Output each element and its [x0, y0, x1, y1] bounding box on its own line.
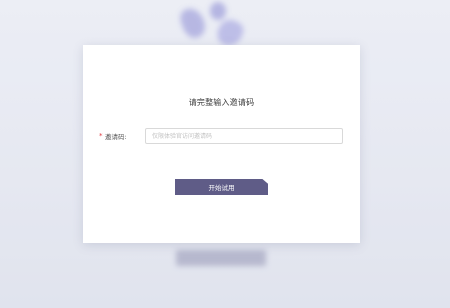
start-trial-button[interactable]: 开始试用: [175, 179, 268, 195]
invite-code-input[interactable]: [145, 128, 343, 144]
dialog-title: 请完整输入邀请码: [188, 98, 255, 107]
app-background: 请完整输入邀请码 * 邀请码: 开始试用: [0, 0, 450, 308]
invite-code-field-row: * 邀请码:: [99, 127, 343, 145]
invite-code-label: 邀请码:: [105, 133, 127, 141]
invite-code-dialog: 请完整输入邀请码 * 邀请码: 开始试用: [83, 45, 360, 243]
